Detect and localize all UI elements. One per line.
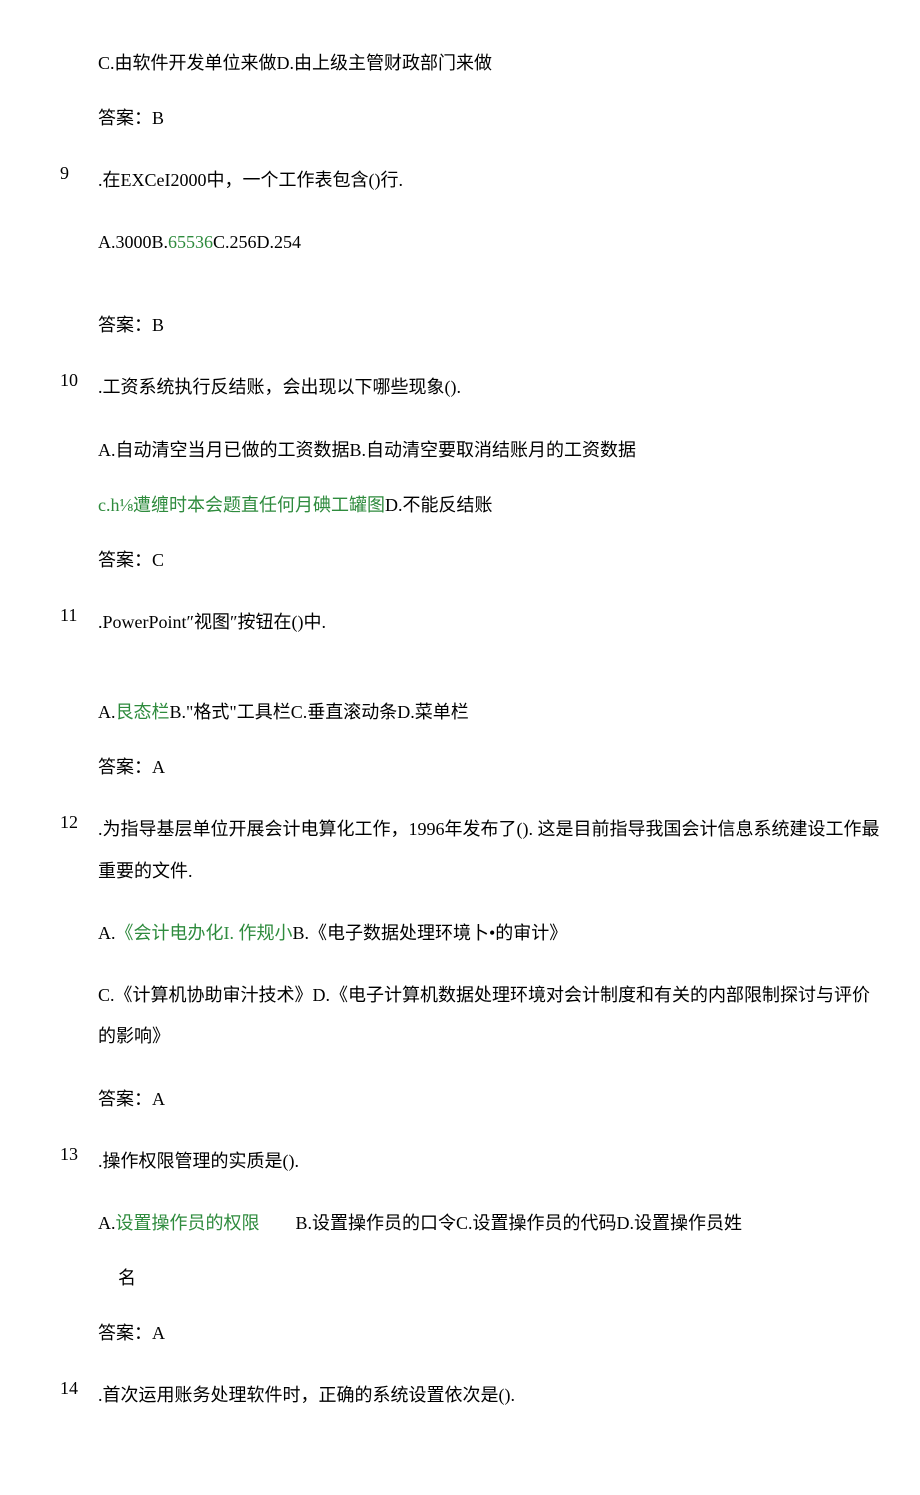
q13-number: 13 bbox=[60, 1141, 98, 1182]
text: 答案：C bbox=[98, 550, 164, 570]
q11-text: .PowerPoint″视图″按钮在()中. bbox=[98, 602, 880, 643]
q10-text: .工资系统执行反结账，会出现以下哪些现象(). bbox=[98, 367, 880, 408]
q11-number: 11 bbox=[60, 602, 98, 643]
q11-answer: 答案：A bbox=[40, 754, 880, 781]
q11-stem: 11 .PowerPoint″视图″按钮在()中. bbox=[40, 602, 880, 643]
q10-answer: 答案：C bbox=[40, 547, 880, 574]
q12-text: .为指导基层单位开展会计电算化工作，1996年发布了(). 这是目前指导我国会计… bbox=[98, 809, 880, 892]
q13-options: A.设置操作员的权限 B.设置操作员的口令C.设置操作员的代码D.设置操作员姓 bbox=[40, 1210, 880, 1237]
q13-stem: 13 .操作权限管理的实质是(). bbox=[40, 1141, 880, 1182]
text: C.256D.254 bbox=[213, 232, 301, 252]
gap bbox=[260, 1213, 296, 1233]
q8-options-cd: C.由软件开发单位来做D.由上级主管财政部门来做 bbox=[40, 50, 880, 77]
text: B."格式"工具栏C.垂直滚动条D.菜单栏 bbox=[170, 702, 469, 722]
q9-number: 9 bbox=[60, 160, 98, 201]
q9-text: .在EXCeI2000中，一个工作表包含()行. bbox=[98, 160, 880, 201]
text: 答案：B bbox=[98, 108, 164, 128]
text: A. bbox=[98, 702, 116, 722]
q10-opt-c: c.h⅛遭缠时本会题直任何月碘工罐图 bbox=[98, 495, 385, 515]
text: A.自动清空当月已做的工资数据B.自动清空要取消结账月的工资数据 bbox=[98, 440, 636, 460]
q9-options: A.3000B.65536C.256D.254 bbox=[40, 229, 880, 256]
q13-text: .操作权限管理的实质是(). bbox=[98, 1141, 880, 1182]
q10-options-cd: c.h⅛遭缠时本会题直任何月碘工罐图D.不能反结账 bbox=[40, 492, 880, 519]
q12-number: 12 bbox=[60, 809, 98, 892]
text: B.设置操作员的口令C.设置操作员的代码D.设置操作员姓 bbox=[296, 1213, 743, 1233]
q9-answer: 答案：B bbox=[40, 312, 880, 339]
spacer bbox=[40, 284, 880, 312]
text: A. bbox=[98, 923, 116, 943]
q12-stem: 12 .为指导基层单位开展会计电算化工作，1996年发布了(). 这是目前指导我… bbox=[40, 809, 880, 892]
text: A.3000B. bbox=[98, 232, 168, 252]
q10-options-ab: A.自动清空当月已做的工资数据B.自动清空要取消结账月的工资数据 bbox=[40, 437, 880, 464]
text: 答案：A bbox=[98, 757, 165, 777]
q10-stem: 10 .工资系统执行反结账，会出现以下哪些现象(). bbox=[40, 367, 880, 408]
q14-text: .首次运用账务处理软件时，正确的系统设置依次是(). bbox=[98, 1375, 880, 1416]
q10-opt-d: D.不能反结账 bbox=[385, 495, 493, 515]
text: B.《电子数据处理环境卜•的审计》 bbox=[293, 923, 568, 943]
q9-opt-b: 65536 bbox=[168, 232, 213, 252]
text: 答案：A bbox=[98, 1323, 165, 1343]
q9-stem: 9 .在EXCeI2000中，一个工作表包含()行. bbox=[40, 160, 880, 201]
q12-options-ab: A.《会计电办化I. 作规小B.《电子数据处理环境卜•的审计》 bbox=[40, 920, 880, 947]
q12-answer: 答案：A bbox=[40, 1086, 880, 1113]
q12-options-cd: C.《计算机协助审汁技术》D.《电子计算机数据处理环境对会计制度和有关的内部限制… bbox=[40, 975, 880, 1058]
q8-answer: 答案：B bbox=[40, 105, 880, 132]
q14-stem: 14 .首次运用账务处理软件时，正确的系统设置依次是(). bbox=[40, 1375, 880, 1416]
text: 答案：A bbox=[98, 1089, 165, 1109]
text: A. bbox=[98, 1213, 116, 1233]
q13-options-cont: 名 bbox=[40, 1265, 880, 1292]
text: C.由软件开发单位来做D.由上级主管财政部门来做 bbox=[98, 53, 492, 73]
q11-options: A.艮态栏B."格式"工具栏C.垂直滚动条D.菜单栏 bbox=[40, 699, 880, 726]
q11-opt-a: 艮态栏 bbox=[116, 702, 170, 722]
text: 名 bbox=[118, 1268, 136, 1288]
q13-opt-a: 设置操作员的权限 bbox=[116, 1213, 260, 1233]
q13-answer: 答案：A bbox=[40, 1320, 880, 1347]
text: 答案：B bbox=[98, 315, 164, 335]
text: C.《计算机协助审汁技术》D.《电子计算机数据处理环境对会计制度和有关的内部限制… bbox=[98, 985, 870, 1046]
q12-opt-a: 《会计电办化I. 作规小 bbox=[116, 923, 293, 943]
q10-number: 10 bbox=[60, 367, 98, 408]
spacer bbox=[40, 671, 880, 699]
q14-number: 14 bbox=[60, 1375, 98, 1416]
